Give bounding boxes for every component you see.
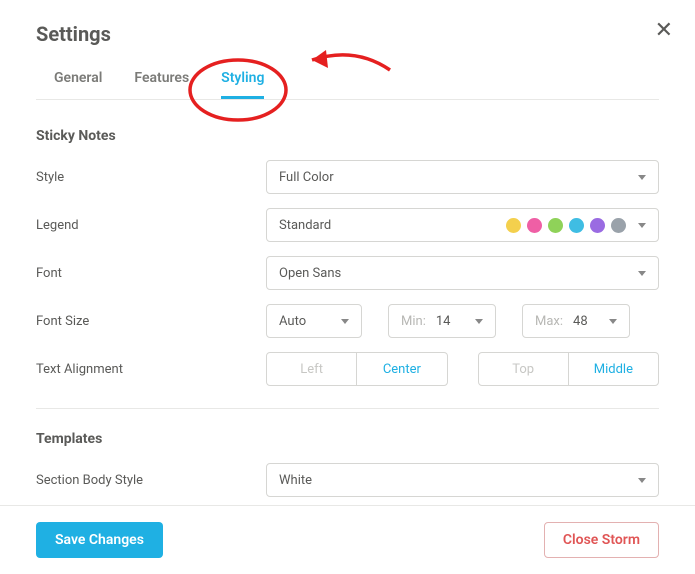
swatch-4 xyxy=(569,218,584,233)
swatch-1 xyxy=(506,218,521,233)
modal-footer: Save Changes Close Storm xyxy=(0,505,695,574)
swatch-2 xyxy=(527,218,542,233)
bodystyle-select[interactable]: White xyxy=(266,463,659,497)
save-button[interactable]: Save Changes xyxy=(36,522,163,558)
section-heading-templates: Templates xyxy=(36,431,659,447)
swatch-5 xyxy=(590,218,605,233)
close-storm-label: Close Storm xyxy=(563,532,640,548)
label-bodystyle: Section Body Style xyxy=(36,473,266,488)
valign-middle[interactable]: Middle xyxy=(568,353,658,385)
max-value: 48 xyxy=(573,314,588,329)
settings-modal: Settings ✕ General Features Styling Stic… xyxy=(0,0,695,574)
max-label: Max: xyxy=(535,314,563,329)
row-fontsize: Font Size Auto Min: 14 Max: 48 xyxy=(36,304,659,338)
valign-top[interactable]: Top xyxy=(479,353,568,385)
valign-segment: Top Middle xyxy=(478,352,660,386)
modal-title: Settings xyxy=(36,22,659,46)
tab-features[interactable]: Features xyxy=(134,70,189,99)
font-select[interactable]: Open Sans xyxy=(266,256,659,290)
tab-bar: General Features Styling xyxy=(36,70,659,100)
label-alignment: Text Alignment xyxy=(36,362,266,377)
label-fontsize: Font Size xyxy=(36,314,266,329)
fontsize-max-select[interactable]: Max: 48 xyxy=(522,304,630,338)
min-value: 14 xyxy=(436,314,451,329)
label-style: Style xyxy=(36,170,266,185)
row-bodystyle: Section Body Style White xyxy=(36,463,659,497)
bodystyle-value: White xyxy=(279,473,312,488)
close-storm-button[interactable]: Close Storm xyxy=(544,522,659,558)
divider xyxy=(36,408,659,409)
row-alignment: Text Alignment Left Center Top Middle xyxy=(36,352,659,386)
row-legend: Legend Standard xyxy=(36,208,659,242)
halign-segment: Left Center xyxy=(266,352,448,386)
section-heading-sticky: Sticky Notes xyxy=(36,128,659,144)
row-font: Font Open Sans xyxy=(36,256,659,290)
min-label: Min: xyxy=(401,314,426,329)
row-style: Style Full Color xyxy=(36,160,659,194)
halign-left[interactable]: Left xyxy=(267,353,356,385)
modal-body: Sticky Notes Style Full Color Legend Sta… xyxy=(0,100,695,505)
legend-value: Standard xyxy=(279,218,331,233)
fontsize-auto-value: Auto xyxy=(279,314,306,329)
swatch-3 xyxy=(548,218,563,233)
fontsize-auto-select[interactable]: Auto xyxy=(266,304,362,338)
legend-swatches xyxy=(506,218,626,233)
save-button-label: Save Changes xyxy=(55,532,144,548)
fontsize-min-select[interactable]: Min: 14 xyxy=(388,304,496,338)
tab-general[interactable]: General xyxy=(54,70,102,99)
style-select[interactable]: Full Color xyxy=(266,160,659,194)
halign-center[interactable]: Center xyxy=(356,353,446,385)
close-icon[interactable]: ✕ xyxy=(655,20,673,42)
legend-select[interactable]: Standard xyxy=(266,208,659,242)
swatch-6 xyxy=(611,218,626,233)
tab-styling[interactable]: Styling xyxy=(221,70,264,99)
label-font: Font xyxy=(36,266,266,281)
modal-header: Settings ✕ General Features Styling xyxy=(0,0,695,100)
label-legend: Legend xyxy=(36,218,266,233)
style-value: Full Color xyxy=(279,170,334,185)
font-value: Open Sans xyxy=(279,266,341,281)
